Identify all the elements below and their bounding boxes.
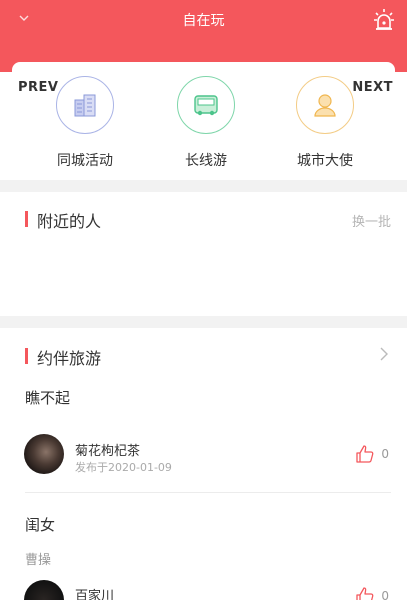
category-label: 城市大使 (297, 153, 353, 169)
section-title-travel: 约伴旅游 (25, 345, 101, 369)
post-title[interactable]: 闺女 (25, 514, 55, 535)
user-name[interactable]: 百家川 (75, 585, 114, 600)
section-divider (0, 316, 407, 328)
post-title[interactable]: 瞧不起 (25, 387, 70, 408)
post-date: 发布于2020-01-09 (75, 461, 172, 474)
refresh-button[interactable]: 换一批 (352, 211, 391, 230)
category-circle (56, 76, 114, 134)
thumbs-up-icon (356, 587, 374, 600)
like-button[interactable]: 0 (355, 444, 389, 464)
page-title: 自在玩 (182, 13, 225, 29)
like-count: 0 (381, 447, 389, 461)
category-circle (296, 76, 354, 134)
like-count: 0 (381, 589, 389, 600)
section-divider (0, 180, 407, 192)
section-title-nearby: 附近的人 (25, 208, 101, 232)
category-local-activity[interactable]: 同城活动 (40, 76, 130, 170)
post-divider (25, 492, 391, 493)
category-city-ambassador[interactable]: 城市大使 (280, 76, 370, 170)
avatar[interactable] (24, 434, 64, 474)
alarm-light-icon[interactable] (373, 8, 395, 32)
buildings-icon (74, 94, 96, 117)
category-long-trip[interactable]: 长线游 (161, 76, 251, 170)
category-label: 长线游 (185, 153, 227, 169)
chevron-right-icon[interactable] (379, 347, 389, 361)
post-subtitle: 曹操 (25, 553, 52, 568)
bus-icon (194, 95, 218, 116)
user-name[interactable]: 菊花枸杞茶 (75, 440, 140, 459)
thumbs-up-icon (356, 445, 374, 463)
category-circle (177, 76, 235, 134)
avatar[interactable] (24, 580, 64, 600)
like-button[interactable]: 0 (355, 586, 389, 600)
person-icon (314, 94, 336, 117)
category-label: 同城活动 (57, 153, 113, 169)
